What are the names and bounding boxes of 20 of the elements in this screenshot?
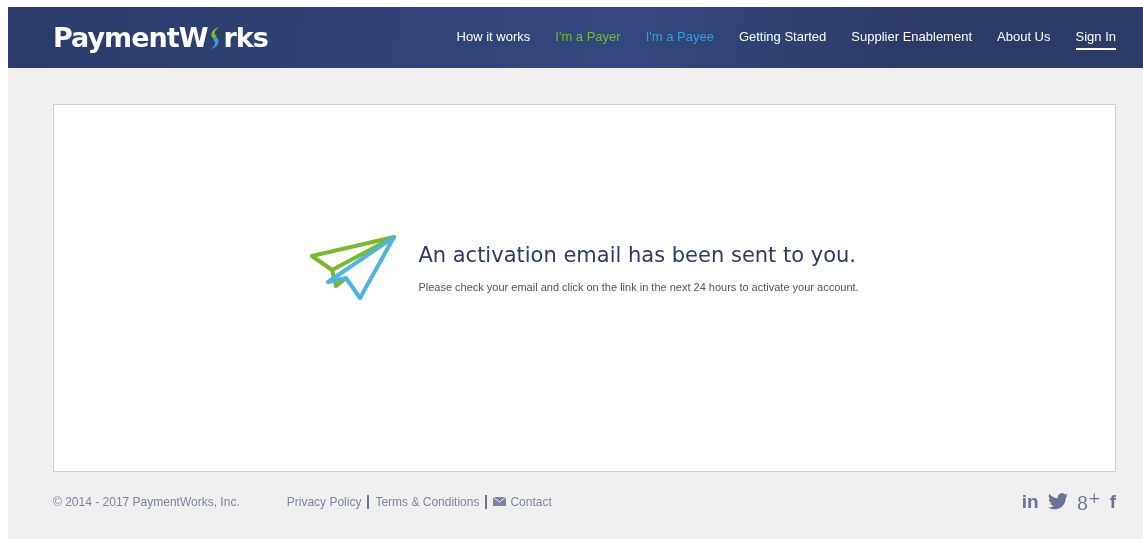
social-link[interactable]: f	[1109, 490, 1116, 513]
message-text: Please check your email and click on the link in the next 24 hours to activate your account.	[418, 281, 859, 293]
bird-icon[interactable]	[1047, 493, 1068, 510]
paper-plane-icon	[310, 234, 397, 302]
footer-link[interactable]: Terms & Conditions	[375, 494, 480, 509]
mail-icon	[493, 497, 507, 506]
nav-link[interactable]: How it works	[456, 25, 531, 50]
logo[interactable]: PaymentW rks	[53, 22, 268, 53]
nav-link[interactable]: Sign In	[1075, 25, 1116, 50]
message-title: An activation email has been sent to you.	[418, 243, 858, 267]
footer-link[interactable]: Contact	[493, 494, 552, 509]
social-link[interactable]: 8$^{+}$	[1076, 489, 1101, 514]
nav-link[interactable]: Supplier Enablement	[851, 25, 973, 50]
nav-link[interactable]: I'm a Payer	[555, 25, 621, 50]
social-link[interactable]: in	[1021, 490, 1039, 513]
nav-link[interactable]: About Us	[997, 25, 1051, 50]
copyright-text: © 2014 - 2017 PaymentWorks, Inc.	[53, 494, 240, 509]
footer-link[interactable]: Privacy Policy	[286, 494, 362, 509]
nav-link[interactable]: Getting Started	[738, 25, 827, 50]
nav-link[interactable]: I'm a Payee	[645, 25, 714, 50]
